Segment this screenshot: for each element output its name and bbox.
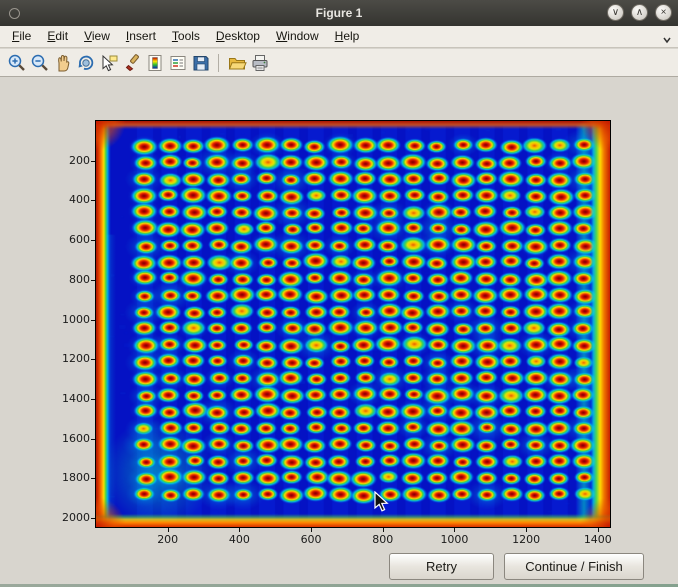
y-tick-label: 1800 <box>48 471 90 484</box>
zoom-in-icon <box>7 53 27 73</box>
save-icon <box>191 53 211 73</box>
menu-view[interactable]: View <box>76 27 118 46</box>
print-button[interactable] <box>248 51 271 75</box>
y-tick-label: 800 <box>48 273 90 286</box>
y-tick-label: 200 <box>48 154 90 167</box>
data-cursor-icon <box>99 53 119 73</box>
menu-file[interactable]: File <box>4 27 39 46</box>
y-tick-label: 2000 <box>48 511 90 524</box>
y-tick-mark <box>91 399 95 400</box>
shade-button[interactable]: ∨ <box>607 4 624 21</box>
y-tick-label: 600 <box>48 233 90 246</box>
brush-icon <box>122 53 142 73</box>
toolbar-separator <box>218 54 219 72</box>
save-button[interactable] <box>189 51 212 75</box>
y-tick-mark <box>91 200 95 201</box>
menu-help[interactable]: Help <box>327 27 368 46</box>
menu-overflow-icon[interactable] <box>662 32 672 50</box>
y-tick-mark <box>91 478 95 479</box>
zoom-out-button[interactable] <box>28 51 51 75</box>
x-tick-label: 600 <box>289 533 333 546</box>
y-tick-label: 400 <box>48 193 90 206</box>
y-tick-mark <box>91 161 95 162</box>
insert-legend-button[interactable] <box>166 51 189 75</box>
menu-desktop[interactable]: Desktop <box>208 27 268 46</box>
titlebar[interactable]: Figure 1 ∨ ∧ × <box>0 0 678 26</box>
zoom-in-button[interactable] <box>5 51 28 75</box>
x-tick-mark <box>598 528 599 532</box>
x-tick-mark <box>526 528 527 532</box>
x-tick-mark <box>454 528 455 532</box>
y-tick-label: 1600 <box>48 432 90 445</box>
x-tick-label: 1400 <box>576 533 620 546</box>
x-tick-label: 1000 <box>432 533 476 546</box>
y-tick-mark <box>91 439 95 440</box>
menubar: File Edit View Insert Tools Desktop Wind… <box>0 26 678 48</box>
data-cursor-button[interactable] <box>97 51 120 75</box>
x-tick-label: 200 <box>146 533 190 546</box>
insert-colorbar-button[interactable] <box>143 51 166 75</box>
y-tick-label: 1200 <box>48 352 90 365</box>
continue-finish-button[interactable]: Continue / Finish <box>504 553 644 580</box>
figure-window: Figure 1 ∨ ∧ × File Edit View Insert Too… <box>0 0 678 587</box>
menu-tools[interactable]: Tools <box>164 27 208 46</box>
x-tick-mark <box>383 528 384 532</box>
menu-window[interactable]: Window <box>268 27 327 46</box>
x-tick-mark <box>311 528 312 532</box>
insert-legend-icon <box>168 53 188 73</box>
menu-insert[interactable]: Insert <box>118 27 164 46</box>
heatmap-image[interactable] <box>96 121 610 527</box>
figure-toolbar <box>0 49 678 77</box>
rotate-3d-icon <box>76 53 96 73</box>
pan-hand-icon <box>53 53 73 73</box>
y-tick-mark <box>91 518 95 519</box>
x-tick-mark <box>168 528 169 532</box>
y-tick-label: 1400 <box>48 392 90 405</box>
pan-button[interactable] <box>51 51 74 75</box>
x-tick-mark <box>239 528 240 532</box>
menu-edit[interactable]: Edit <box>39 27 76 46</box>
open-folder-button[interactable] <box>225 51 248 75</box>
zoom-out-icon <box>30 53 50 73</box>
insert-colorbar-icon <box>145 53 165 73</box>
brush-button[interactable] <box>120 51 143 75</box>
rotate-3d-button[interactable] <box>74 51 97 75</box>
x-tick-label: 400 <box>217 533 261 546</box>
y-tick-label: 1000 <box>48 313 90 326</box>
retry-button[interactable]: Retry <box>389 553 494 580</box>
x-tick-label: 800 <box>361 533 405 546</box>
open-folder-icon <box>227 53 247 73</box>
maximize-button[interactable]: ∧ <box>631 4 648 21</box>
y-tick-mark <box>91 280 95 281</box>
x-tick-label: 1200 <box>504 533 548 546</box>
y-tick-mark <box>91 359 95 360</box>
y-tick-mark <box>91 240 95 241</box>
close-button[interactable]: × <box>655 4 672 21</box>
plot-area: 2004006008001000120014001600180020002004… <box>95 120 611 528</box>
window-title: Figure 1 <box>0 6 678 20</box>
print-icon <box>250 53 270 73</box>
y-tick-mark <box>91 320 95 321</box>
